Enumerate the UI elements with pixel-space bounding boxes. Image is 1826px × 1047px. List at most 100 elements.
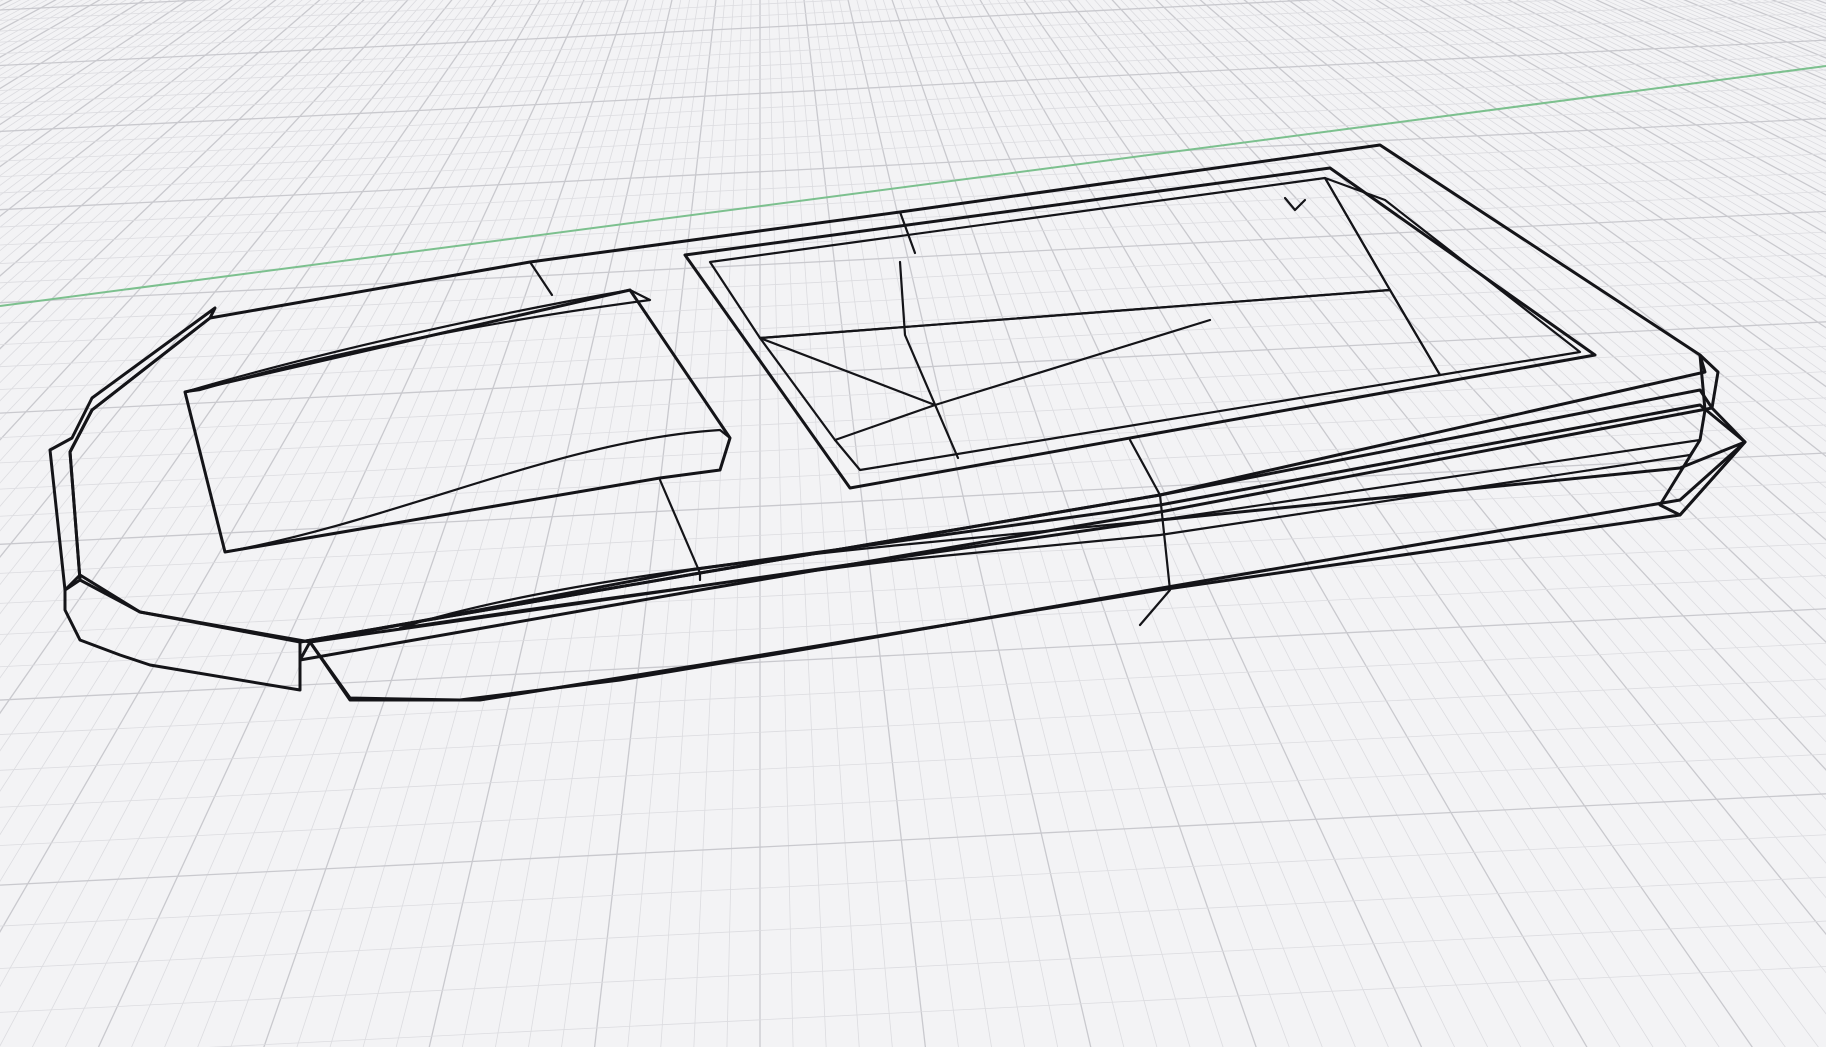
grid-line <box>131 0 594 1047</box>
grid-line <box>263 0 629 1047</box>
cockpit-seam-3 <box>833 403 937 442</box>
grid-line <box>0 0 154 96</box>
bow-front-face[interactable] <box>48 306 217 592</box>
grid-line <box>0 0 294 240</box>
grid-line <box>0 0 1819 91</box>
grid-line <box>0 0 321 277</box>
grid-line <box>0 0 550 988</box>
grid-line <box>0 0 760 1047</box>
grid-line <box>0 0 48 26</box>
grid-line <box>0 0 347 319</box>
grid-line <box>0 0 312 264</box>
grid-line <box>0 0 523 836</box>
grid-line <box>0 0 541 933</box>
grid-line <box>0 0 418 462</box>
grid-line <box>0 0 453 558</box>
grid-line <box>0 0 514 792</box>
side-seam-mid <box>1128 438 1172 627</box>
grid-line <box>891 0 1257 1047</box>
grid-line <box>0 0 470 615</box>
grid-line <box>0 0 497 715</box>
grid-line <box>0 0 479 646</box>
grid-line <box>0 0 286 228</box>
grid-line <box>0 0 382 384</box>
grid-line <box>0 0 92 52</box>
grid-line <box>0 0 488 679</box>
grid-line <box>0 0 760 1047</box>
hull-lower-side[interactable] <box>308 440 1747 702</box>
grid-line <box>0 0 250 186</box>
grid-line <box>0 0 215 150</box>
grid-line <box>0 0 162 103</box>
grid-line <box>0 0 277 218</box>
grid-line <box>865 0 1158 1047</box>
grid-line <box>164 0 602 1047</box>
grid-line <box>0 0 57 31</box>
grid-line <box>803 0 927 1047</box>
grid-line <box>0 876 1826 969</box>
grid-line <box>768 0 794 1047</box>
grid-line <box>0 345 1826 438</box>
grid-line <box>0 0 118 70</box>
grid-line <box>0 135 1826 228</box>
grid-line <box>0 0 391 402</box>
grid-line <box>0 0 198 133</box>
grid-line <box>0 0 30 16</box>
grid-line <box>0 0 462 586</box>
grid-line <box>0 0 83 47</box>
grid-line <box>0 715 1826 808</box>
grid-line <box>0 0 444 532</box>
grid-line <box>208 966 1826 1047</box>
grid-line <box>0 0 13 7</box>
grid-line <box>0 0 189 126</box>
grid-line <box>0 0 338 304</box>
viewport-canvas[interactable] <box>0 0 1826 1047</box>
grid-line <box>0 834 1826 927</box>
grid-line <box>0 0 506 752</box>
grid-line <box>0 0 558 1047</box>
grid-line <box>0 0 409 441</box>
grid-line <box>0 0 242 177</box>
construction-grid <box>0 0 1826 1047</box>
grid-line <box>593 0 717 1047</box>
grid-line <box>970 0 1555 1047</box>
grid-line <box>0 0 206 141</box>
grid-line <box>0 0 365 350</box>
grid-line <box>0 0 171 110</box>
grid-line <box>0 0 435 507</box>
grid-line <box>0 0 233 168</box>
grid-line <box>0 0 760 1047</box>
grid-line <box>794 0 893 1047</box>
hull-side-panel[interactable] <box>308 403 1747 702</box>
grid-line <box>0 0 268 207</box>
grid-line <box>0 0 224 159</box>
3d-viewport[interactable] <box>0 0 1826 1047</box>
grid-line <box>777 0 827 1047</box>
grid-line <box>0 0 74 41</box>
grid-line <box>0 0 356 334</box>
grid-line <box>0 0 39 21</box>
grid-line <box>627 0 726 1047</box>
grid-line <box>0 0 66 36</box>
grid-line <box>962 0 1522 1047</box>
grid-line <box>0 0 110 64</box>
grid-line <box>0 0 127 76</box>
grid-line <box>0 0 259 196</box>
grid-line <box>0 753 1826 846</box>
grid-line <box>0 0 4 2</box>
grid-line <box>0 0 303 252</box>
grid-line <box>0 0 426 484</box>
grid-line <box>0 0 374 366</box>
grid-line <box>0 0 136 83</box>
grid-line <box>0 0 400 421</box>
grid-line <box>0 793 1826 886</box>
grid-line <box>0 0 22 11</box>
grid-line <box>660 0 734 1047</box>
grid-line <box>926 0 1389 1047</box>
grid-line <box>0 452 1826 545</box>
grid-line <box>0 0 330 290</box>
grid-line <box>0 0 101 58</box>
hull-chine-strake[interactable] <box>398 438 1702 630</box>
grid-line <box>0 0 532 882</box>
grid-line <box>428 0 673 1047</box>
